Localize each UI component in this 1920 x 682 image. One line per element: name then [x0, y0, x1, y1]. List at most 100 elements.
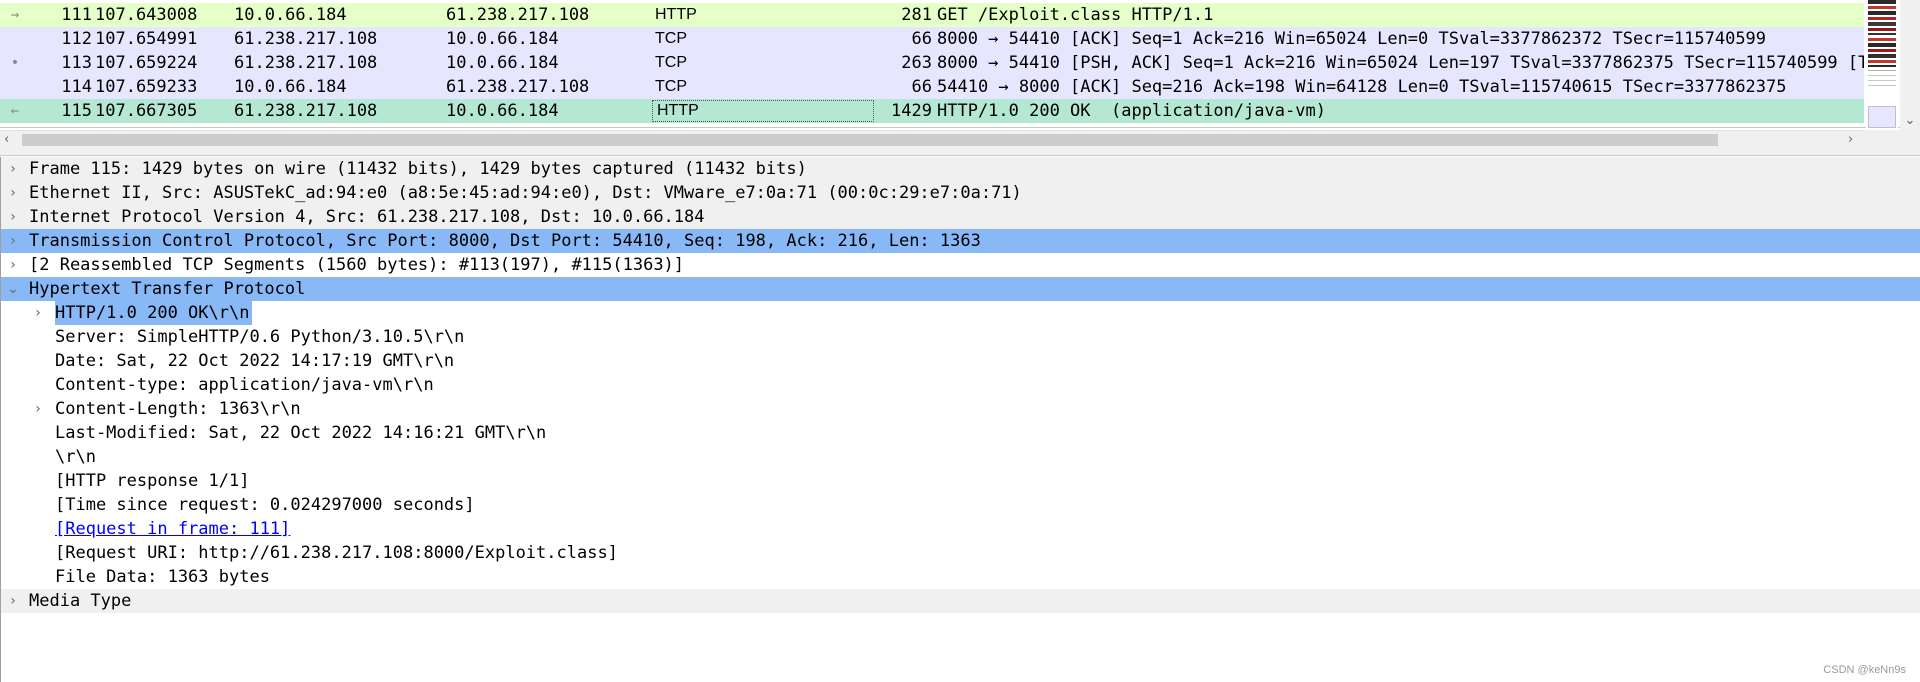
packet-protocol: HTTP [655, 6, 697, 23]
detail-text: Server: SimpleHTTP/0.6 Python/3.10.5\r\n [55, 327, 465, 347]
packet-info: 54410 → 8000 [ACK] Seq=216 Ack=198 Win=6… [937, 77, 1787, 97]
packet-protocol: TCP [655, 30, 687, 47]
detail-row[interactable]: Server: SimpleHTTP/0.6 Python/3.10.5\r\n [1, 325, 1920, 349]
packet-info: GET /Exploit.class HTTP/1.1 [937, 5, 1214, 25]
detail-row[interactable]: › Transmission Control Protocol, Src Port… [1, 229, 1920, 253]
request-frame-link[interactable]: [Request in frame: 111] [55, 517, 290, 541]
pane-splitter[interactable] [0, 148, 1920, 156]
minimap-band [1868, 11, 1896, 15]
minimap-band [1868, 65, 1896, 67]
chevron-right-icon[interactable]: › [6, 205, 20, 229]
scroll-right-icon[interactable]: › [1848, 131, 1853, 149]
detail-text: Internet Protocol Version 4, Src: 61.238… [29, 207, 705, 227]
related-packet-icon [0, 27, 30, 51]
packet-number: 111 [61, 5, 92, 25]
detail-text: Transmission Control Protocol, Src Port:… [29, 231, 981, 251]
minimap-band [1868, 33, 1896, 35]
packet-source: 10.0.66.184 [234, 77, 347, 97]
detail-row[interactable]: Last-Modified: Sat, 22 Oct 2022 14:16:21… [1, 421, 1920, 445]
packet-destination: 61.238.217.108 [446, 5, 590, 25]
minimap-band [1868, 80, 1896, 81]
packet-row[interactable]: 112 107.654991 61.238.217.108 10.0.66.184 TC… [0, 27, 1864, 51]
detail-row[interactable]: › Frame 115: 1429 bytes on wire (11432 bi… [1, 157, 1920, 181]
detail-text: Hypertext Transfer Protocol [29, 279, 306, 299]
chevron-down-icon[interactable]: ⌄ [6, 277, 20, 301]
related-packet-icon: ← [10, 103, 20, 119]
horizontal-scrollbar[interactable]: ‹ › [0, 130, 1864, 148]
minimap-band [1868, 75, 1896, 76]
scroll-down-icon[interactable]: ⌄ [1900, 113, 1920, 128]
packet-length: 1429 [891, 101, 932, 121]
detail-row[interactable]: [Request URI: http://61.238.217.108:8000… [1, 541, 1920, 565]
minimap-band [1868, 38, 1896, 41]
minimap-band [1868, 49, 1896, 52]
packet-length: 66 [911, 29, 932, 49]
packet-protocol: HTTP [652, 100, 874, 122]
related-packet-icon [0, 75, 30, 99]
detail-row[interactable]: › Content-Length: 1363\r\n [1, 397, 1920, 421]
chevron-right-icon[interactable]: › [6, 229, 20, 253]
packet-time: 107.643008 [95, 5, 198, 25]
packet-destination: 10.0.66.184 [446, 53, 559, 73]
packet-row[interactable]: • 113 107.659224 61.238.217.108 10.0.66.184 T… [0, 51, 1864, 75]
detail-text: Content-type: application/java-vm\r\n [55, 375, 434, 395]
packet-time: 107.659233 [95, 77, 198, 97]
detail-text: Ethernet II, Src: ASUSTekC_ad:94:e0 (a8:… [29, 183, 1022, 203]
packet-rows: → 111 107.643008 10.0.66.184 61.238.217.108 H… [0, 0, 1864, 130]
detail-text: [HTTP response 1/1] [55, 471, 250, 491]
packet-time: 107.654991 [95, 29, 198, 49]
detail-row[interactable]: [Request in frame: 111] [1, 517, 1920, 541]
packet-length: 66 [911, 77, 932, 97]
minimap-band [1868, 85, 1896, 86]
detail-row[interactable]: › Internet Protocol Version 4, Src: 61.23… [1, 205, 1920, 229]
minimap-band [1868, 22, 1896, 26]
packet-protocol: TCP [655, 78, 687, 95]
vertical-scrollbar[interactable]: ⌄ [1900, 0, 1920, 130]
packet-info: 8000 → 54410 [ACK] Seq=1 Ack=216 Win=650… [937, 29, 1767, 49]
detail-row[interactable]: [Time since request: 0.024297000 seconds… [1, 493, 1920, 517]
packet-minimap[interactable] [1866, 0, 1898, 130]
packet-list[interactable]: → 111 107.643008 10.0.66.184 61.238.217.108 H… [0, 0, 1920, 130]
chevron-right-icon[interactable]: › [6, 181, 20, 205]
packet-destination: 61.238.217.108 [446, 77, 590, 97]
detail-row[interactable]: › Media Type [1, 589, 1920, 613]
scrollbar-thumb[interactable] [22, 134, 1718, 146]
detail-text: Media Type [29, 591, 132, 611]
packet-row[interactable]: → 111 107.643008 10.0.66.184 61.238.217.108 H… [0, 3, 1864, 27]
packet-destination: 10.0.66.184 [446, 29, 559, 49]
detail-row[interactable]: Content-type: application/java-vm\r\n [1, 373, 1920, 397]
detail-text: [2 Reassembled TCP Segments (1560 bytes)… [29, 255, 685, 275]
detail-row[interactable]: › Ethernet II, Src: ASUSTekC_ad:94:e0 (a8… [1, 181, 1920, 205]
detail-row[interactable]: File Data: 1363 bytes [1, 565, 1920, 589]
chevron-right-icon[interactable]: › [6, 253, 20, 277]
minimap-viewport[interactable] [1868, 106, 1896, 128]
detail-text: HTTP/1.0 200 OK\r\n [55, 301, 253, 325]
packet-row[interactable]: 114 107.659233 10.0.66.184 61.238.217.108 TC… [0, 75, 1864, 99]
detail-text: Date: Sat, 22 Oct 2022 14:17:19 GMT\r\n [55, 351, 455, 371]
chevron-right-icon[interactable]: › [6, 589, 20, 613]
packet-row[interactable]: ← 115 107.667305 61.238.217.108 10.0.66.184 H… [0, 99, 1864, 123]
detail-row[interactable]: ⌄ Hypertext Transfer Protocol [1, 277, 1920, 301]
packet-source: 61.238.217.108 [234, 101, 378, 121]
detail-row[interactable]: › [2 Reassembled TCP Segments (1560 bytes… [1, 253, 1920, 277]
chevron-right-icon[interactable]: › [31, 301, 45, 325]
scroll-left-icon[interactable]: ‹ [4, 131, 9, 149]
detail-text: File Data: 1363 bytes [55, 567, 270, 587]
packet-details-tree[interactable]: › Frame 115: 1429 bytes on wire (11432 bi… [0, 157, 1920, 682]
packet-number: 113 [61, 53, 92, 73]
watermark: CSDN @keNn9s [1823, 664, 1906, 676]
detail-row[interactable]: › HTTP/1.0 200 OK\r\n [1, 301, 1920, 325]
packet-number: 115 [61, 101, 92, 121]
detail-row[interactable]: Date: Sat, 22 Oct 2022 14:17:19 GMT\r\n [1, 349, 1920, 373]
detail-row[interactable]: \r\n [1, 445, 1920, 469]
packet-info: HTTP/1.0 200 OK (application/java-vm) [937, 101, 1326, 121]
minimap-band [1868, 54, 1896, 58]
chevron-right-icon[interactable]: › [31, 397, 45, 421]
packet-length: 281 [901, 5, 932, 25]
packet-length: 263 [901, 53, 932, 73]
chevron-right-icon[interactable]: › [6, 157, 20, 181]
detail-row[interactable]: [HTTP response 1/1] [1, 469, 1920, 493]
scrollbar-corner [1864, 130, 1920, 148]
packet-source: 61.238.217.108 [234, 53, 378, 73]
minimap-band [1868, 70, 1896, 71]
